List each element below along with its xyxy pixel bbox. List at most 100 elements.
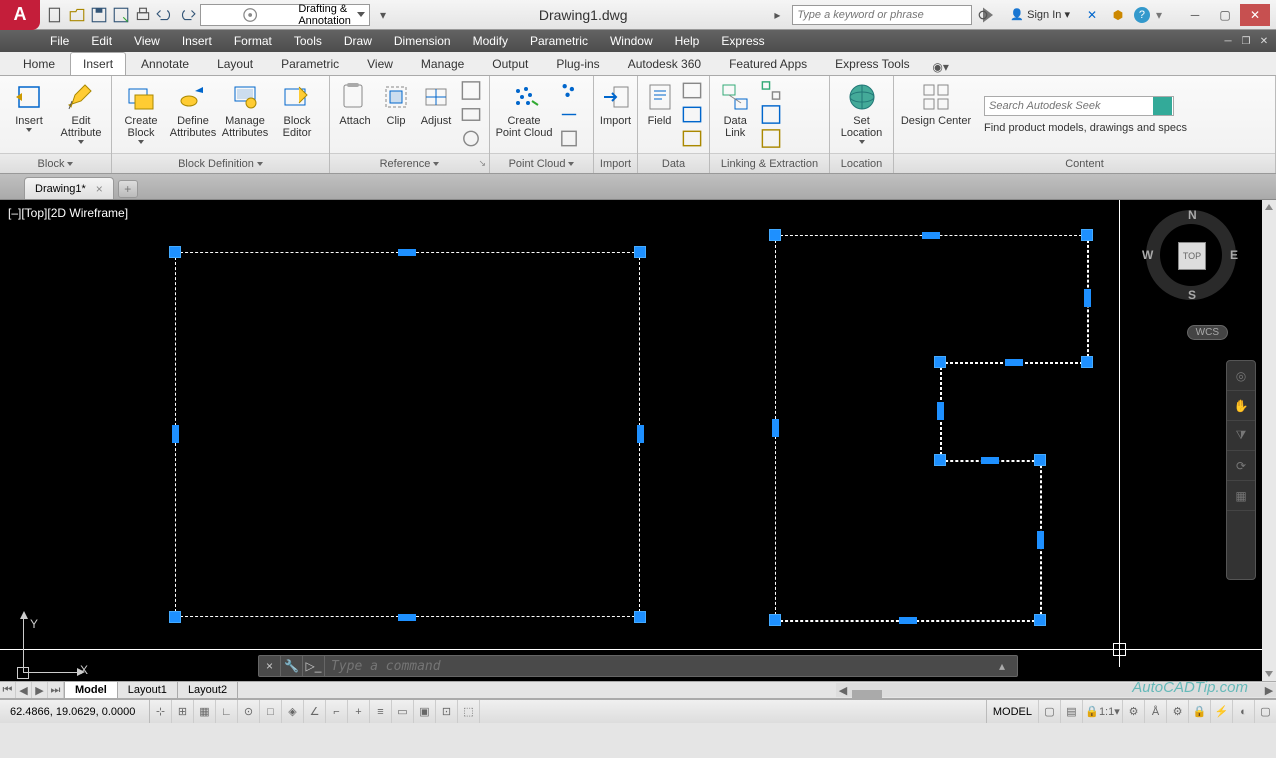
sb-quickview-icon[interactable]: ▤	[1060, 700, 1082, 723]
menu-format[interactable]: Format	[234, 34, 272, 48]
adjust-button[interactable]: Adjust	[416, 79, 456, 151]
grip-corner[interactable]	[634, 611, 646, 623]
grip-corner[interactable]	[634, 246, 646, 258]
menu-window[interactable]: Window	[610, 34, 653, 48]
field-button[interactable]: Field	[642, 79, 677, 151]
sb-clean-icon[interactable]: ▢	[1254, 700, 1276, 723]
nav-zoom-icon[interactable]: ⧩	[1227, 421, 1255, 451]
ref-small-1-icon[interactable]	[458, 79, 484, 102]
help-search-box[interactable]	[792, 5, 972, 25]
maximize-button[interactable]: ▢	[1210, 4, 1240, 26]
qat-open-icon[interactable]	[68, 6, 86, 24]
nav-showmotion-icon[interactable]: ▦	[1227, 481, 1255, 511]
sb-3dosnap-icon[interactable]: ◈	[282, 700, 304, 723]
sb-annoauto-icon[interactable]: Å	[1144, 700, 1166, 723]
layout-tab-layout1[interactable]: Layout1	[118, 682, 178, 698]
ribbon-cycle-icon[interactable]: ◉▾	[931, 59, 951, 75]
sb-annomon-icon[interactable]: ⚙	[1122, 700, 1144, 723]
attach-button[interactable]: Attach	[334, 79, 376, 151]
grip-mid[interactable]	[1084, 289, 1091, 307]
doc-minimize-button[interactable]: ─	[1220, 34, 1236, 48]
insert-button[interactable]: Insert	[4, 79, 54, 151]
layout-prev-icon[interactable]: ◀	[16, 682, 32, 698]
sb-tpy-icon[interactable]: ▭	[392, 700, 414, 723]
minimize-button[interactable]: ─	[1180, 4, 1210, 26]
command-line[interactable]: × 🔧 ▷_ ▴	[258, 655, 1018, 677]
link-small-1-icon[interactable]	[758, 79, 784, 102]
qat-undo-icon[interactable]	[156, 6, 174, 24]
nav-orbit-icon[interactable]: ⟳	[1227, 451, 1255, 481]
qat-save-icon[interactable]	[90, 6, 108, 24]
workspace-dropdown[interactable]: Drafting & Annotation	[200, 4, 370, 26]
menu-dimension[interactable]: Dimension	[394, 34, 451, 48]
menu-file[interactable]: File	[50, 34, 69, 48]
data-small-2-icon[interactable]	[679, 103, 705, 126]
sb-toolbar-icon[interactable]: 🔒	[1188, 700, 1210, 723]
sb-polar-icon[interactable]: ⊙	[238, 700, 260, 723]
exchange-icon[interactable]: ✕	[1082, 5, 1102, 25]
ref-small-2-icon[interactable]	[458, 103, 484, 126]
seek-input[interactable]	[985, 100, 1153, 112]
stayconnected-icon[interactable]: ⬢	[1108, 5, 1128, 25]
grip-corner[interactable]	[169, 246, 181, 258]
data-small-3-icon[interactable]	[679, 127, 705, 150]
doc-restore-button[interactable]: ❐	[1238, 34, 1254, 48]
block-editor-button[interactable]: Block Editor	[272, 79, 322, 151]
model-indicator[interactable]: MODEL	[986, 700, 1038, 723]
new-tab-button[interactable]: +	[118, 180, 138, 198]
grip-corner[interactable]	[1034, 614, 1046, 626]
layout-next-icon[interactable]: ▶	[32, 682, 48, 698]
qat-print-icon[interactable]	[134, 6, 152, 24]
grip-mid[interactable]	[398, 614, 416, 621]
manage-attributes-button[interactable]: Manage Attributes	[220, 79, 270, 151]
grip-mid[interactable]	[899, 617, 917, 624]
pc-small-2-icon[interactable]	[556, 103, 582, 126]
viewcube-w[interactable]: W	[1142, 248, 1153, 262]
drawing-area[interactable]: [–][Top][2D Wireframe]	[0, 200, 1276, 681]
menu-insert[interactable]: Insert	[182, 34, 212, 48]
sb-layout-icon[interactable]: ▢	[1038, 700, 1060, 723]
signin-button[interactable]: 👤 Sign In ▾	[1004, 8, 1076, 21]
tab-manage[interactable]: Manage	[408, 52, 477, 75]
cmd-customize-icon[interactable]: 🔧	[281, 656, 303, 676]
sb-qp-icon[interactable]: ▣	[414, 700, 436, 723]
navigation-bar[interactable]: ◎ ✋ ⧩ ⟳ ▦	[1226, 360, 1256, 580]
tab-home[interactable]: Home	[10, 52, 68, 75]
wcs-button[interactable]: WCS	[1187, 325, 1228, 340]
set-location-button[interactable]: Set Location	[834, 79, 889, 151]
grip-mid[interactable]	[1005, 359, 1023, 366]
vertical-scrollbar[interactable]	[1262, 200, 1276, 681]
close-icon[interactable]: ×	[96, 182, 103, 196]
pc-small-1-icon[interactable]	[556, 79, 582, 102]
panel-title-block[interactable]: Block	[0, 153, 111, 173]
viewcube-top[interactable]: TOP	[1178, 242, 1206, 270]
nav-wheel-icon[interactable]: ◎	[1227, 361, 1255, 391]
launcher-icon[interactable]: ↘	[478, 158, 486, 169]
help-search-input[interactable]	[793, 9, 971, 21]
panel-title-blockdef[interactable]: Block Definition	[112, 153, 329, 173]
sb-am-icon[interactable]: ⬚	[458, 700, 480, 723]
menu-express[interactable]: Express	[721, 34, 764, 48]
sb-isolate-icon[interactable]: ◐	[1232, 700, 1254, 723]
close-button[interactable]: ✕	[1240, 4, 1270, 26]
grip-mid[interactable]	[1037, 531, 1044, 549]
coordinates-display[interactable]: 62.4866, 19.0629, 0.0000	[0, 700, 150, 723]
nav-pan-icon[interactable]: ✋	[1227, 391, 1255, 421]
link-small-2-icon[interactable]	[758, 103, 784, 126]
search-submit-icon[interactable]	[978, 5, 998, 25]
qat-redo-icon[interactable]	[178, 6, 196, 24]
grip-corner[interactable]	[769, 614, 781, 626]
panel-title-reference[interactable]: Reference↘	[330, 153, 489, 173]
grip-mid[interactable]	[981, 457, 999, 464]
create-pointcloud-button[interactable]: Create Point Cloud	[494, 79, 554, 151]
grip-corner[interactable]	[1034, 454, 1046, 466]
cmd-close-icon[interactable]: ×	[259, 656, 281, 676]
tab-express[interactable]: Express Tools	[822, 52, 922, 75]
tab-annotate[interactable]: Annotate	[128, 52, 202, 75]
ref-small-3-icon[interactable]	[458, 127, 484, 150]
sb-grid-icon[interactable]: ▦	[194, 700, 216, 723]
grip-mid[interactable]	[937, 402, 944, 420]
grip-mid[interactable]	[772, 419, 779, 437]
grip-mid[interactable]	[172, 425, 179, 443]
menu-draw[interactable]: Draw	[344, 34, 372, 48]
